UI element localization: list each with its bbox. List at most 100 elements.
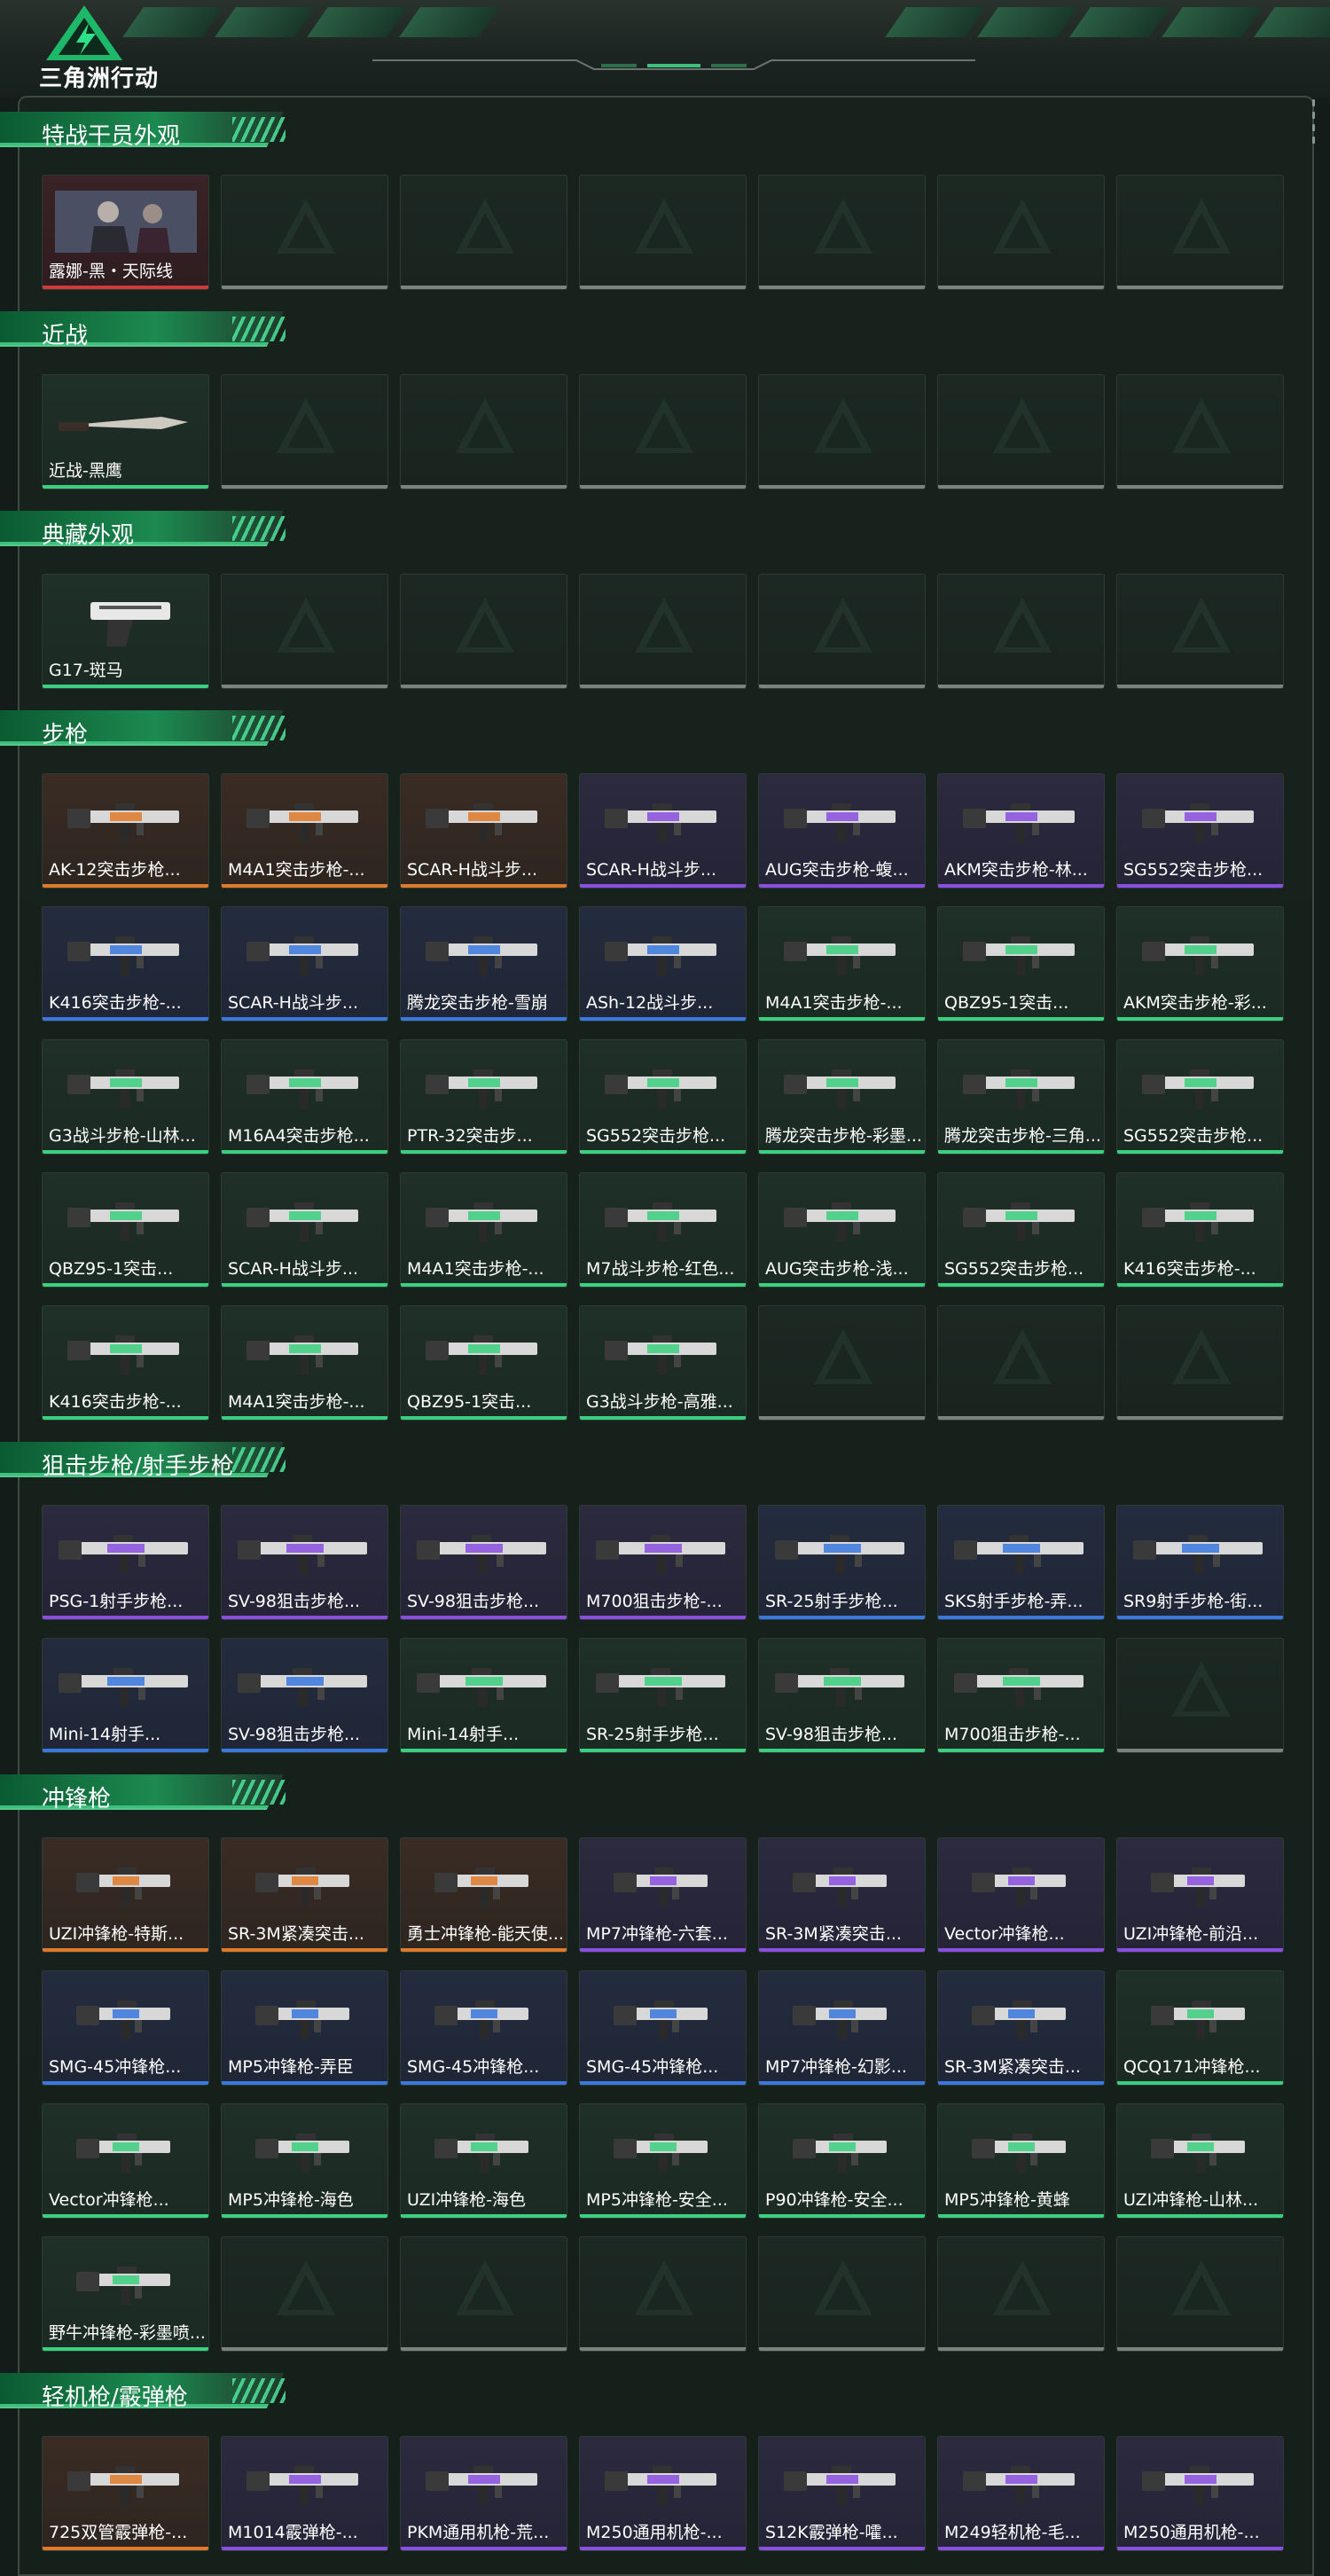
item-card[interactable]: SR-3M紧凑突击... (937, 1970, 1105, 2086)
item-card[interactable]: ASh-12战斗步... (579, 906, 747, 1022)
placeholder-logo-icon (635, 199, 693, 254)
item-card[interactable]: UZI冲锋枪-特斯... (42, 1837, 209, 1953)
item-card[interactable]: 近战-黑鹰 (42, 374, 209, 489)
item-card[interactable]: SMG-45冲锋枪... (579, 1970, 747, 2086)
rifle-icon (401, 907, 567, 999)
item-card[interactable]: 腾龙突击步枪-三角... (937, 1039, 1105, 1155)
item-card[interactable]: G17-斑马 (42, 574, 209, 689)
item-card[interactable]: PKM通用机枪-荒... (400, 2436, 567, 2551)
empty-slot (937, 175, 1105, 290)
item-card[interactable]: UZI冲锋枪-前沿... (1116, 1837, 1284, 1953)
item-card[interactable]: K416突击步枪-... (1116, 1172, 1284, 1288)
quality-bar (938, 884, 1104, 888)
empty-bar (580, 485, 746, 489)
item-card[interactable]: PSG-1射手步枪... (42, 1505, 209, 1620)
item-card[interactable]: SG552突击步枪... (1116, 1039, 1284, 1155)
item-label: K416突击步枪-... (49, 1392, 182, 1412)
item-card[interactable]: 725双管霰弹枪-... (42, 2436, 209, 2551)
item-card[interactable]: P90冲锋枪-安全... (758, 2103, 926, 2219)
item-card[interactable]: S12K霰弹枪-嚯... (758, 2436, 926, 2551)
scrollbar[interactable] (1310, 99, 1316, 170)
item-card[interactable]: M4A1突击步枪-... (758, 906, 926, 1022)
item-card[interactable]: SR-3M紧凑突击... (758, 1837, 926, 1953)
item-card[interactable]: MP5冲锋枪-海色 (221, 2103, 388, 2219)
item-card[interactable]: G3战斗步枪-山林... (42, 1039, 209, 1155)
item-card[interactable]: AUG突击步枪-浅... (758, 1172, 926, 1288)
item-card[interactable]: M250通用机枪-... (1116, 2436, 1284, 2551)
item-card[interactable]: MP7冲锋枪-六套... (579, 1837, 747, 1953)
item-card[interactable]: SV-98狙击步枪... (221, 1505, 388, 1620)
item-card[interactable]: QBZ95-1突击... (937, 906, 1105, 1022)
item-card[interactable]: M700狙击步枪-... (579, 1505, 747, 1620)
item-card[interactable]: 勇士冲锋枪-能天使... (400, 1837, 567, 1953)
item-label: AUG突击步枪-浅... (765, 1259, 909, 1279)
item-label: SMG-45冲锋枪... (586, 2057, 719, 2077)
item-card[interactable]: SCAR-H战斗步... (400, 773, 567, 889)
item-card[interactable]: K416突击步枪-... (42, 1305, 209, 1421)
item-card[interactable]: 腾龙突击步枪-雪崩 (400, 906, 567, 1022)
item-card[interactable]: M4A1突击步枪-... (221, 1305, 388, 1421)
item-card[interactable]: M4A1突击步枪-... (221, 773, 388, 889)
item-card[interactable]: Vector冲锋枪... (937, 1837, 1105, 1953)
item-card[interactable]: G3战斗步枪-高雅... (579, 1305, 747, 1421)
item-card[interactable]: M249轻机枪-毛... (937, 2436, 1105, 2551)
item-card[interactable]: MP5冲锋枪-弄臣 (221, 1970, 388, 2086)
item-card[interactable]: AKM突击步枪-彩... (1116, 906, 1284, 1022)
item-label: UZI冲锋枪-海色 (407, 2190, 527, 2210)
item-card[interactable]: MP5冲锋枪-安全... (579, 2103, 747, 2219)
item-card[interactable]: PTR-32突击步... (400, 1039, 567, 1155)
item-card[interactable]: QBZ95-1突击... (400, 1305, 567, 1421)
item-card[interactable]: M7战斗步枪-红色... (579, 1172, 747, 1288)
item-card[interactable]: 野牛冲锋枪-彩墨喷... (42, 2236, 209, 2352)
item-card[interactable]: SMG-45冲锋枪... (400, 1970, 567, 2086)
item-card[interactable]: UZI冲锋枪-海色 (400, 2103, 567, 2219)
item-card[interactable]: SR-25射手步枪... (579, 1638, 747, 1753)
quality-bar (222, 1017, 387, 1021)
item-card[interactable]: SG552突击步枪... (579, 1039, 747, 1155)
item-card[interactable]: Mini-14射手... (42, 1638, 209, 1753)
item-card[interactable]: UZI冲锋枪-山林... (1116, 2103, 1284, 2219)
item-label: SMG-45冲锋枪... (49, 2057, 182, 2077)
item-card[interactable]: AKM突击步枪-林... (937, 773, 1105, 889)
item-card[interactable]: SR-3M紧凑突击... (221, 1837, 388, 1953)
rifle-icon (1117, 1040, 1283, 1132)
item-card[interactable]: SCAR-H战斗步... (579, 773, 747, 889)
item-card[interactable]: K416突击步枪-... (42, 906, 209, 1022)
item-card[interactable]: M16A4突击步枪... (221, 1039, 388, 1155)
quality-bar (580, 1948, 746, 1952)
rifle-icon (580, 1040, 746, 1132)
item-card[interactable]: 腾龙突击步枪-彩墨... (758, 1039, 926, 1155)
item-card[interactable]: QBZ95-1突击... (42, 1172, 209, 1288)
item-card[interactable]: MP5冲锋枪-黄蜂 (937, 2103, 1105, 2219)
item-card[interactable]: SG552突击步枪... (937, 1172, 1105, 1288)
item-card[interactable]: M4A1突击步枪-... (400, 1172, 567, 1288)
item-card[interactable]: SV-98狙击步枪... (400, 1505, 567, 1620)
item-card[interactable]: SG552突击步枪... (1116, 773, 1284, 889)
placeholder-logo-icon (456, 199, 514, 254)
item-card[interactable]: AK-12突击步枪... (42, 773, 209, 889)
item-card[interactable]: M250通用机枪-... (579, 2436, 747, 2551)
item-card[interactable]: SR-25射手步枪... (758, 1505, 926, 1620)
item-card[interactable]: SCAR-H战斗步... (221, 1172, 388, 1288)
rifle-icon (580, 774, 746, 866)
item-card[interactable]: SV-98狙击步枪... (758, 1638, 926, 1753)
item-card[interactable]: 露娜-黑・天际线 (42, 175, 209, 290)
item-card[interactable]: QCQ171冲锋枪... (1116, 1970, 1284, 2086)
rifle-icon (1117, 774, 1283, 866)
item-card[interactable]: SR9射手步枪-街... (1116, 1505, 1284, 1620)
item-card[interactable]: M700狙击步枪-... (937, 1638, 1105, 1753)
item-card[interactable]: Vector冲锋枪... (42, 2103, 209, 2219)
lmg-icon (401, 2437, 567, 2529)
item-card[interactable]: Mini-14射手... (400, 1638, 567, 1753)
empty-slot (579, 175, 747, 290)
item-label: AK-12突击步枪... (49, 860, 181, 880)
item-card[interactable]: SCAR-H战斗步... (221, 906, 388, 1022)
item-card[interactable]: SV-98狙击步枪... (221, 1638, 388, 1753)
empty-slot (1116, 1305, 1284, 1421)
item-card[interactable]: SKS射手步枪-弄... (937, 1505, 1105, 1620)
item-card[interactable]: SMG-45冲锋枪... (42, 1970, 209, 2086)
item-card[interactable]: M1014霰弹枪-... (221, 2436, 388, 2551)
rifle-icon (43, 1306, 208, 1398)
item-card[interactable]: AUG突击步枪-蝮... (758, 773, 926, 889)
item-card[interactable]: MP7冲锋枪-幻影... (758, 1970, 926, 2086)
